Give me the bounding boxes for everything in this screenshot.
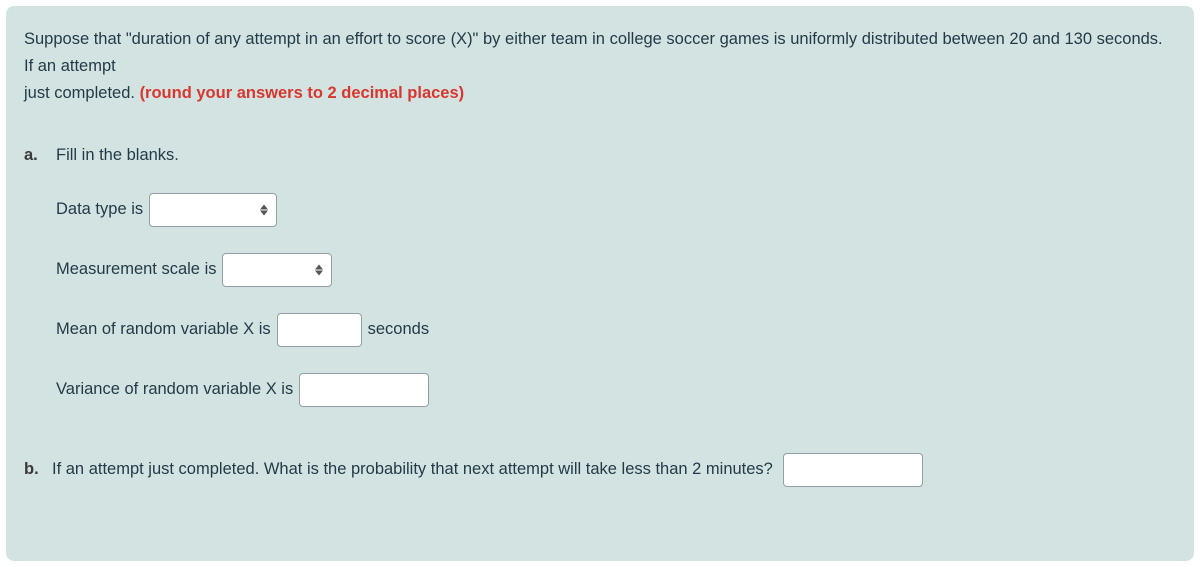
intro-line2-prefix: just completed. [24,84,140,102]
mean-suffix: seconds [368,320,429,339]
mean-input[interactable] [277,313,362,347]
data-type-label: Data type is [56,200,143,219]
question-a: a. Fill in the blanks. Data type is Meas… [24,146,1176,407]
question-b-text: If an attempt just completed. What is th… [52,460,773,479]
question-a-title: Fill in the blanks. [56,146,179,165]
select-arrows-icon [260,204,268,215]
row-mean: Mean of random variable X is seconds [56,313,1176,347]
row-measurement-scale: Measurement scale is [56,253,1176,287]
probability-input[interactable] [783,453,923,487]
data-type-select[interactable] [149,193,277,227]
question-a-label: a. [24,146,42,165]
question-b-label: b. [24,460,42,479]
row-data-type: Data type is [56,193,1176,227]
question-b: b. If an attempt just completed. What is… [24,453,1176,487]
measurement-scale-label: Measurement scale is [56,260,216,279]
mean-label: Mean of random variable X is [56,320,271,339]
intro-text: Suppose that "duration of any attempt in… [24,26,1176,108]
select-arrows-icon [315,264,323,275]
variance-input[interactable] [299,373,429,407]
measurement-scale-select[interactable] [222,253,332,287]
rounding-note: (round your answers to 2 decimal places) [140,84,465,102]
question-panel: Suppose that "duration of any attempt in… [6,6,1194,561]
intro-line1: Suppose that "duration of any attempt in… [24,30,1163,75]
row-variance: Variance of random variable X is [56,373,1176,407]
variance-label: Variance of random variable X is [56,380,293,399]
